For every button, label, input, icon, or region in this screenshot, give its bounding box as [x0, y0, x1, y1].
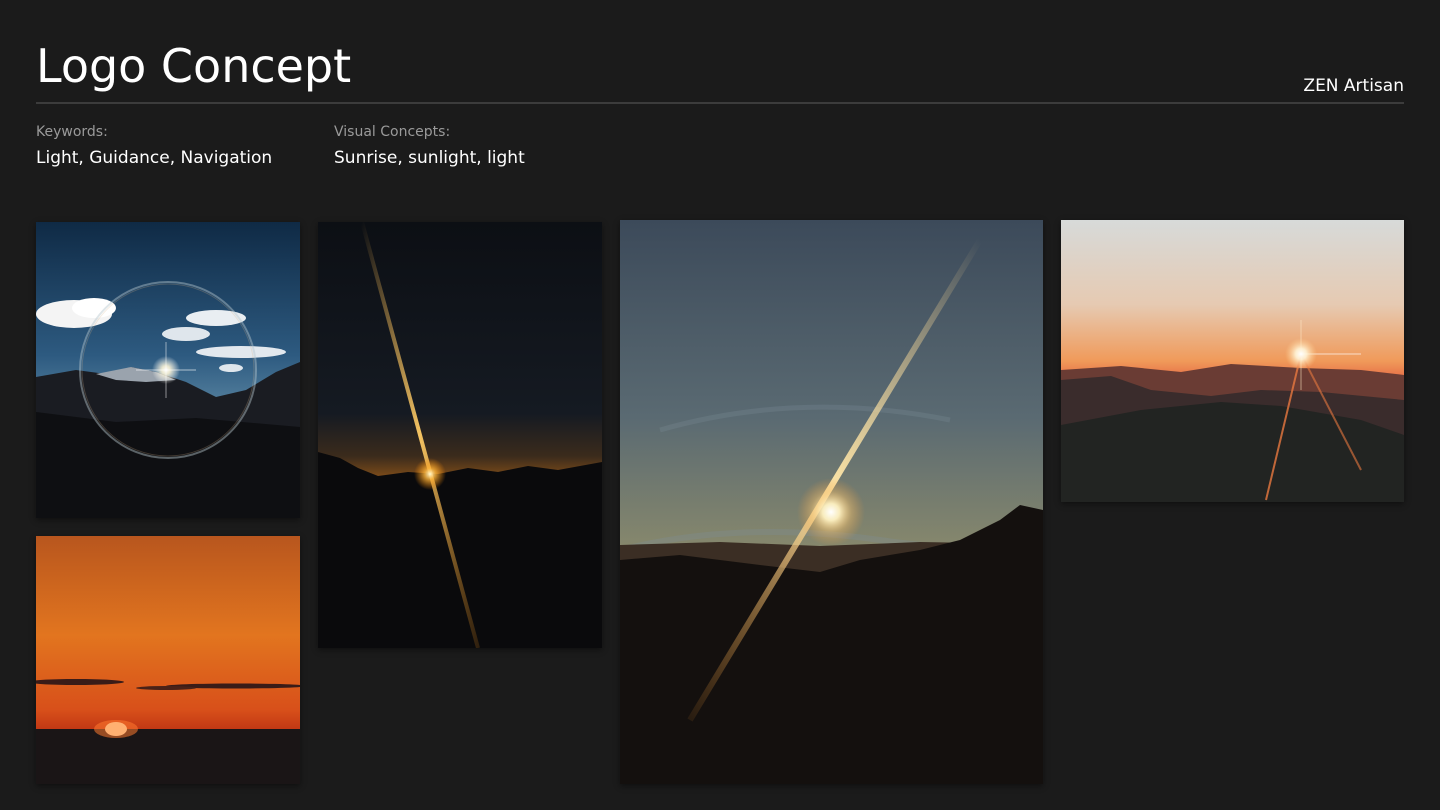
photo-starburst-ridges [1061, 220, 1404, 502]
photo-mountain-halo [36, 222, 300, 518]
photo-diagonal-flare [318, 222, 602, 648]
keywords-block: Keywords: Light, Guidance, Navigation [36, 123, 272, 169]
header-divider [36, 102, 1404, 104]
photo-orange-sunset [36, 536, 300, 784]
keywords-value: Light, Guidance, Navigation [36, 148, 273, 168]
concepts-value: Sunrise, sunlight, light [334, 148, 525, 168]
brand-name: ZEN Artisan [1303, 76, 1404, 96]
concepts-block: Visual Concepts: Sunrise, sunlight, ligh… [334, 123, 525, 169]
concepts-label: Visual Concepts: [334, 124, 451, 140]
keywords-label: Keywords: [36, 124, 108, 140]
photo-large-flare [620, 220, 1043, 784]
page-title: Logo Concept [36, 39, 352, 93]
